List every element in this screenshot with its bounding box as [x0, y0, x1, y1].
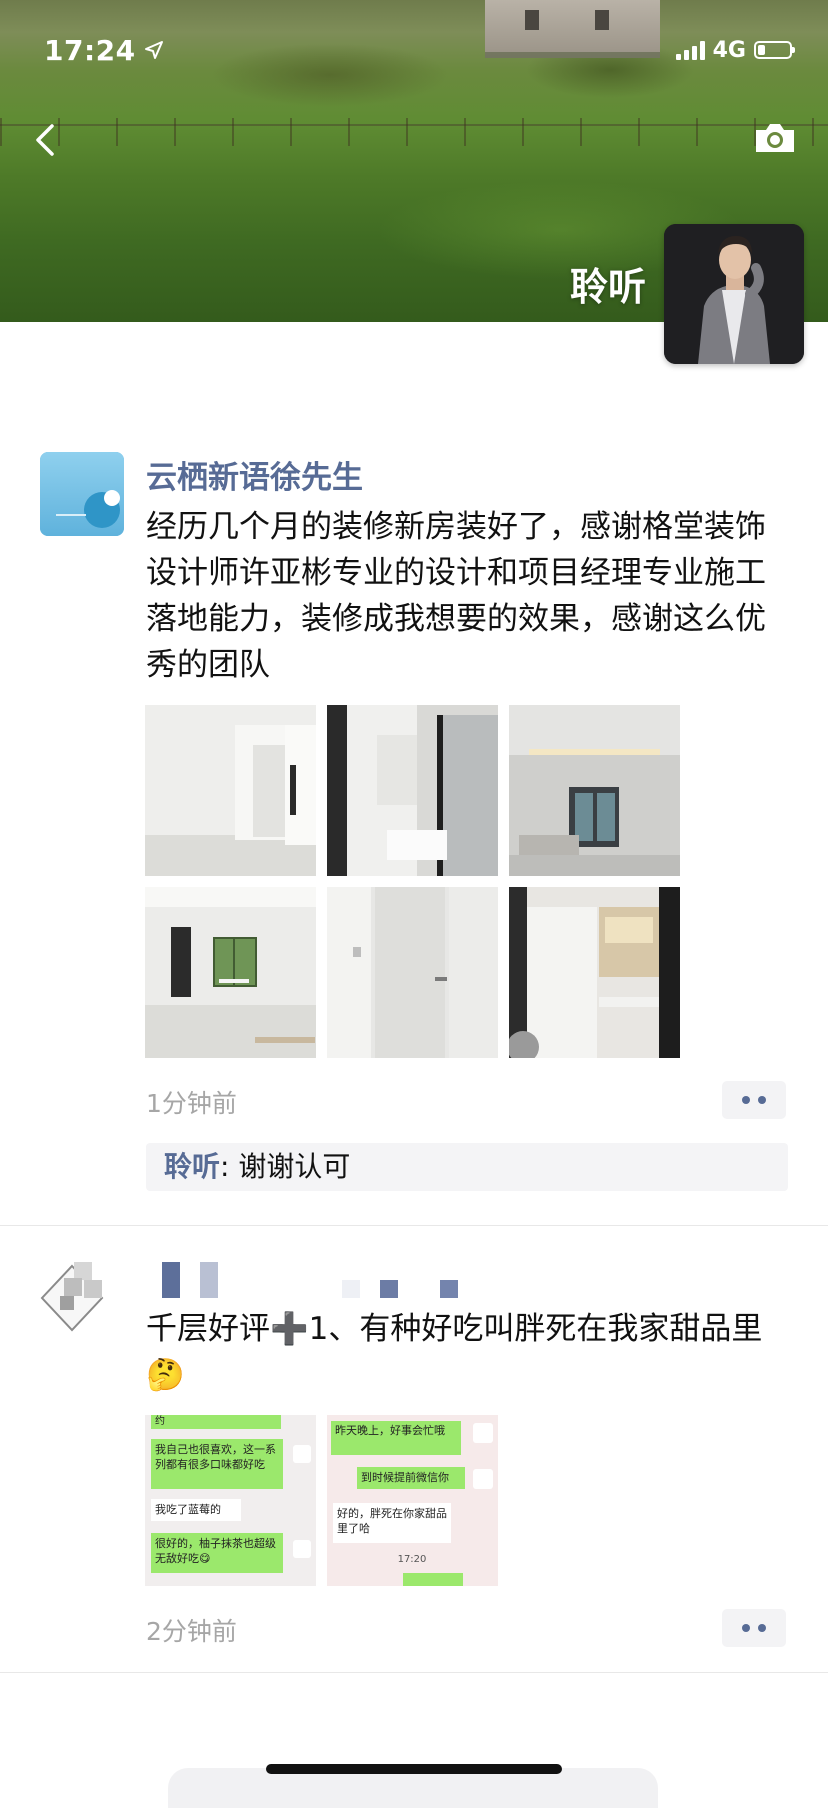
more-dots-icon[interactable] [722, 1081, 786, 1119]
chat-bubble: 很好的，柚子抹茶也超级无敌好吃😋 [151, 1533, 283, 1573]
post-time: 2分钟前 [146, 1617, 237, 1646]
comment-text: 谢谢认可 [238, 1150, 351, 1183]
post-photo[interactable] [509, 887, 680, 1058]
status-time-text: 17:24 [44, 33, 136, 67]
post-photo[interactable] [145, 887, 316, 1058]
chat-screenshot-photo[interactable]: 约 我自己也很喜欢，这一系列都有很多口味都好吃 我吃了蓝莓的 很好的，柚子抹茶也… [145, 1415, 316, 1586]
post-photo[interactable] [327, 705, 498, 876]
cover-house [485, 0, 660, 58]
chat-bubble [403, 1573, 463, 1586]
chat-bubble: 到时候提前微信你 [357, 1467, 465, 1489]
home-indicator[interactable] [266, 1764, 562, 1774]
bottom-bar [168, 1768, 658, 1808]
profile-avatar-image [664, 224, 804, 364]
post-text: 千层好评➕1、有种好吃叫胖死在我家甜品里🤔 [146, 1311, 763, 1393]
chat-bubble: 昨天晚上，好事会忙哦 [331, 1421, 461, 1455]
chevron-left-icon[interactable] [28, 118, 64, 162]
camera-icon[interactable] [752, 118, 798, 158]
chat-avatar [293, 1445, 311, 1463]
chat-bubble: 我自己也很喜欢，这一系列都有很多口味都好吃 [151, 1439, 283, 1489]
author-avatar-image [40, 452, 124, 536]
post-photo[interactable] [509, 705, 680, 876]
post-photo[interactable] [145, 705, 316, 876]
cover-fence [0, 118, 828, 146]
comment-author[interactable]: 聆听 [164, 1150, 220, 1183]
location-arrow-icon [144, 41, 163, 59]
author-avatar-image [40, 1256, 124, 1340]
post-time: 1分钟前 [146, 1089, 237, 1118]
status-time: 17:24 [44, 30, 164, 70]
comment-row[interactable]: 聆听: 谢谢认可 [146, 1143, 788, 1191]
chat-bubble: 约 [151, 1415, 281, 1429]
network-label: 4G [712, 37, 746, 63]
chat-bubble: 我吃了蓝莓的 [151, 1499, 241, 1521]
signal-icon [675, 40, 705, 60]
post-photo[interactable] [327, 887, 498, 1058]
status-indicators: 4G [675, 30, 795, 70]
post-divider [0, 1672, 828, 1673]
chat-avatar [473, 1423, 493, 1443]
profile-avatar[interactable] [664, 224, 804, 364]
author-avatar-blurred[interactable] [40, 1256, 124, 1340]
chat-avatar [293, 1540, 311, 1558]
post-divider [0, 1225, 828, 1226]
author-avatar[interactable] [40, 452, 124, 536]
post-author-name[interactable]: 云栖新语徐先生 [146, 452, 363, 497]
chat-bubble: 好的，胖死在你家甜品里了哈 [333, 1503, 451, 1543]
more-dots-icon[interactable] [722, 1609, 786, 1647]
chat-screenshot-photo[interactable]: 昨天晚上，好事会忙哦 到时候提前微信你 好的，胖死在你家甜品里了哈 17:20 [327, 1415, 498, 1586]
battery-icon [754, 41, 795, 59]
comment-separator: : [220, 1150, 239, 1183]
post-text: 经历几个月的装修新房装好了，感谢格堂装饰设计师许亚彬专业的设计和项目经理专业施工… [146, 509, 766, 683]
post-author-name-blurred[interactable] [146, 1260, 466, 1308]
blurred-author-name [162, 1262, 458, 1298]
chat-avatar [473, 1469, 493, 1489]
profile-name: 聆听 [569, 265, 646, 309]
chat-timestamp: 17:20 [397, 1554, 427, 1565]
